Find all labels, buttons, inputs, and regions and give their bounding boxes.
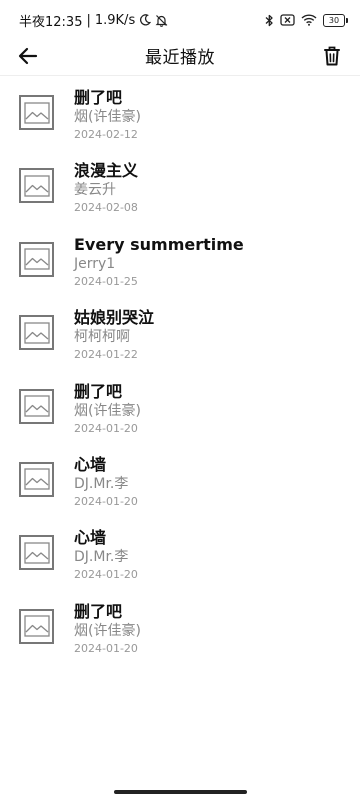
- arrow-left-icon: [18, 47, 38, 65]
- song-info: 删了吧 烟(许佳豪) 2024-01-20: [74, 602, 344, 657]
- play-date: 2024-01-25: [74, 274, 138, 288]
- image-placeholder-icon: [23, 175, 50, 197]
- song-artist: 柯柯柯啊: [74, 329, 130, 346]
- album-art-placeholder: [19, 535, 54, 571]
- song-info: 姑娘别哭泣 柯柯柯啊 2024-01-22: [74, 308, 344, 363]
- image-placeholder-icon: [23, 322, 50, 344]
- trash-icon: [324, 46, 340, 66]
- status-separator: |: [86, 12, 91, 28]
- play-date: 2024-02-08: [74, 201, 138, 215]
- play-date: 2024-01-20: [74, 421, 138, 435]
- song-info: 心墙 DJ.Mr.李 2024-01-20: [74, 528, 344, 583]
- song-list: 删了吧 烟(许佳豪) 2024-02-12 浪漫主义 姜云升 2024-02-08 Ever…: [0, 79, 360, 666]
- song-title: 删了吧: [74, 381, 123, 401]
- song-artist: 烟(许佳豪): [74, 402, 141, 419]
- song-title: 删了吧: [74, 601, 123, 621]
- album-art-placeholder: [19, 241, 54, 277]
- bell-off-icon: [155, 14, 168, 27]
- status-bar: 半夜12:35 | 1.9K/s 30: [0, 0, 360, 40]
- song-list-item[interactable]: 删了吧烟(许佳豪) 2024-02-12: [0, 79, 360, 152]
- song-info: Every summertime Jerry1 2024-01-25: [74, 235, 344, 290]
- image-placeholder-icon: [23, 395, 50, 417]
- image-placeholder-icon: [23, 542, 50, 564]
- song-title: Every summertime: [74, 234, 244, 254]
- recent-plays-screen: 半夜12:35 | 1.9K/s 30 最近播放 删了吧 烟(许佳豪) 2024…: [0, 0, 360, 800]
- moon-icon: [139, 14, 152, 26]
- back-button[interactable]: [14, 42, 42, 70]
- song-list-item[interactable]: 心墙 DJ.Mr.李 2024-01-20: [0, 446, 360, 519]
- song-info: 心墙 DJ.Mr.李 2024-01-20: [74, 455, 344, 510]
- song-info: 浪漫主义 姜云升 2024-02-08: [74, 161, 344, 216]
- wifi-icon: [301, 14, 317, 26]
- song-artist: 烟(许佳豪): [74, 622, 141, 639]
- song-artist: DJ.Mr.李: [74, 475, 129, 492]
- song-title: 心墙: [74, 454, 107, 474]
- song-list-item[interactable]: 浪漫主义 姜云升 2024-02-08: [0, 152, 360, 225]
- song-artist: Jerry1: [74, 255, 116, 272]
- home-indicator[interactable]: [114, 790, 247, 794]
- status-left: 半夜12:35 | 1.9K/s: [19, 11, 168, 30]
- song-title: 心墙: [74, 528, 107, 548]
- song-title: 浪漫主义: [74, 161, 139, 181]
- song-list-item[interactable]: 删了吧 烟(许佳豪) 2024-01-20: [0, 593, 360, 666]
- play-date: 2024-02-12: [74, 128, 138, 141]
- album-art-placeholder: [19, 168, 54, 204]
- album-art-placeholder: [19, 315, 54, 351]
- song-list-item[interactable]: 姑娘别哭泣 柯柯柯啊 2024-01-22: [0, 299, 360, 372]
- song-artist: 烟(许佳豪): [74, 109, 141, 125]
- battery-level: 30: [323, 13, 345, 27]
- play-date: 2024-01-20: [74, 641, 138, 655]
- image-placeholder-icon: [23, 615, 50, 637]
- app-bar: 最近播放: [0, 36, 360, 76]
- image-placeholder-icon: [23, 248, 50, 270]
- sim-off-icon: [280, 14, 295, 26]
- song-title: 删了吧: [74, 88, 123, 107]
- bluetooth-icon: [265, 14, 274, 27]
- song-info: 删了吧 烟(许佳豪) 2024-01-20: [74, 382, 344, 437]
- status-right: 30: [265, 13, 348, 27]
- album-art-placeholder: [19, 388, 54, 424]
- song-info: 删了吧烟(许佳豪) 2024-02-12: [74, 88, 344, 143]
- image-placeholder-icon: [23, 468, 50, 491]
- song-title: 姑娘别哭泣: [74, 308, 155, 328]
- album-art-placeholder: [19, 608, 54, 644]
- network-speed: 1.9K/s: [94, 12, 136, 28]
- play-date: 2024-01-22: [74, 348, 138, 362]
- album-art-placeholder: [19, 461, 54, 497]
- song-artist: 姜云升: [74, 182, 116, 199]
- song-artist: DJ.Mr.李: [74, 549, 129, 566]
- status-time: 半夜12:35: [19, 14, 83, 30]
- play-date: 2024-01-20: [74, 568, 138, 582]
- page-title: 最近播放: [145, 48, 215, 68]
- delete-history-button[interactable]: [318, 42, 346, 70]
- song-list-item[interactable]: Every summertime Jerry1 2024-01-25: [0, 226, 360, 299]
- battery-icon: 30: [323, 13, 348, 27]
- song-list-item[interactable]: 删了吧 烟(许佳豪) 2024-01-20: [0, 373, 360, 446]
- album-art-placeholder: [19, 95, 54, 130]
- image-placeholder-icon: [23, 101, 50, 124]
- play-date: 2024-01-20: [74, 494, 138, 508]
- song-list-item[interactable]: 心墙 DJ.Mr.李 2024-01-20: [0, 519, 360, 592]
- battery-tip: [346, 17, 348, 23]
